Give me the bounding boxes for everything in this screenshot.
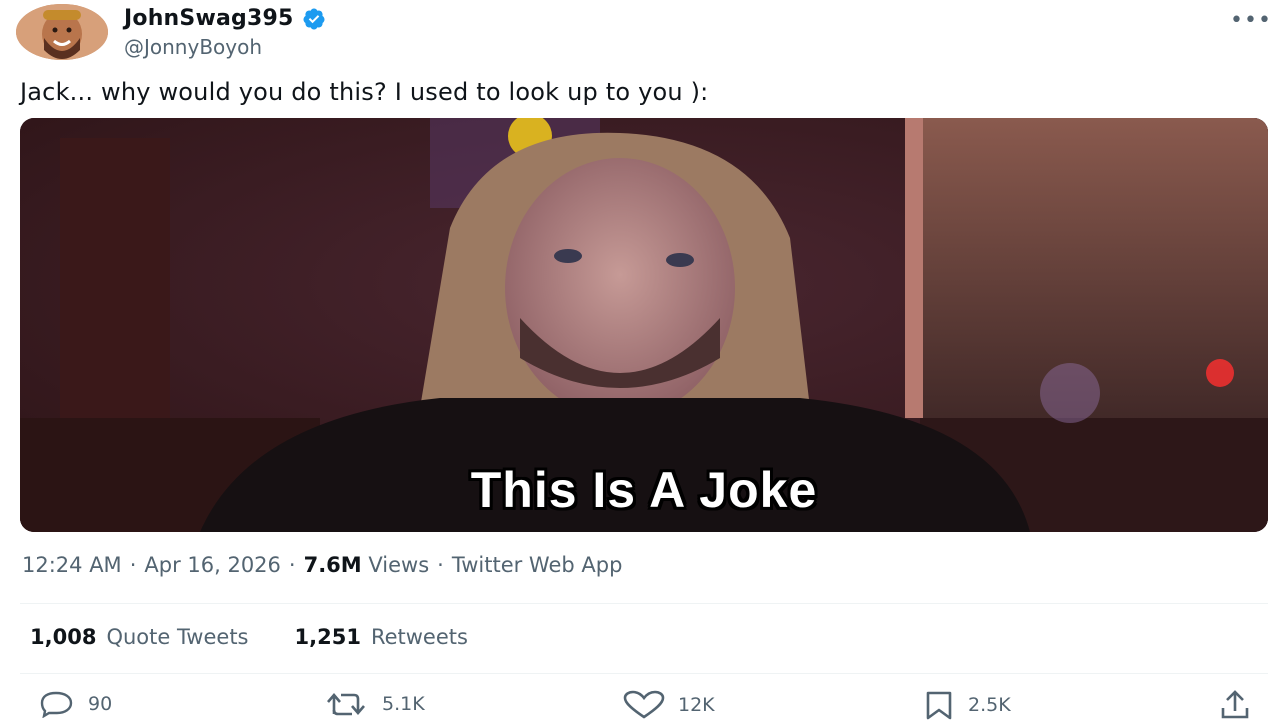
verified-badge-icon bbox=[303, 8, 325, 29]
reply-count: 90 bbox=[88, 693, 113, 715]
retweet-label: Retweets bbox=[370, 625, 468, 649]
like-count: 12K bbox=[678, 694, 715, 716]
heart-icon bbox=[623, 690, 665, 719]
tweet-text: Jack... why would you do this? I used to… bbox=[20, 78, 709, 106]
like-button[interactable]: 12K bbox=[622, 690, 715, 720]
avatar[interactable] bbox=[16, 4, 108, 60]
views-label: Views bbox=[368, 553, 430, 577]
display-name[interactable]: JohnSwag395 bbox=[124, 6, 294, 31]
separator: · bbox=[129, 553, 137, 577]
user-handle[interactable]: @JonnyBoyoh bbox=[124, 35, 262, 59]
quote-count: 1,008 bbox=[30, 625, 97, 649]
quote-label: Quote Tweets bbox=[106, 625, 249, 649]
tweet-time[interactable]: 12:24 AM bbox=[22, 553, 122, 577]
retweet-icon bbox=[327, 693, 365, 716]
separator: · bbox=[288, 553, 296, 577]
reply-icon bbox=[40, 691, 73, 718]
views-count: 7.6M bbox=[303, 553, 362, 577]
reply-button[interactable]: 90 bbox=[36, 690, 112, 718]
separator: · bbox=[437, 553, 444, 577]
retweet-count: 1,251 bbox=[294, 625, 361, 649]
bookmark-icon bbox=[926, 691, 952, 720]
retweet-action-count: 5.1K bbox=[382, 693, 425, 715]
bookmark-count: 2.5K bbox=[968, 694, 1011, 716]
tweet-source: Twitter Web App bbox=[451, 553, 623, 577]
share-button[interactable] bbox=[1218, 690, 1252, 720]
quote-tweets-link[interactable]: 1,008 Quote Tweets bbox=[30, 625, 249, 649]
tweet-media[interactable]: This Is A Joke bbox=[20, 118, 1268, 532]
bookmark-button[interactable]: 2.5K bbox=[922, 690, 1011, 720]
divider bbox=[20, 673, 1268, 674]
more-icon[interactable]: ••• bbox=[1230, 8, 1272, 33]
retweet-button[interactable]: 5.1K bbox=[324, 690, 425, 718]
divider bbox=[20, 603, 1268, 604]
retweets-link[interactable]: 1,251 Retweets bbox=[295, 625, 468, 649]
media-caption: This Is A Joke bbox=[470, 462, 818, 518]
tweet-stats: 1,008 Quote Tweets 1,251 Retweets bbox=[30, 625, 514, 649]
tweet-meta: 12:24 AM · Apr 16, 2026 · 7.6M Views · T… bbox=[22, 553, 622, 577]
share-icon bbox=[1221, 690, 1249, 719]
tweet-date[interactable]: Apr 16, 2026 bbox=[144, 553, 281, 577]
